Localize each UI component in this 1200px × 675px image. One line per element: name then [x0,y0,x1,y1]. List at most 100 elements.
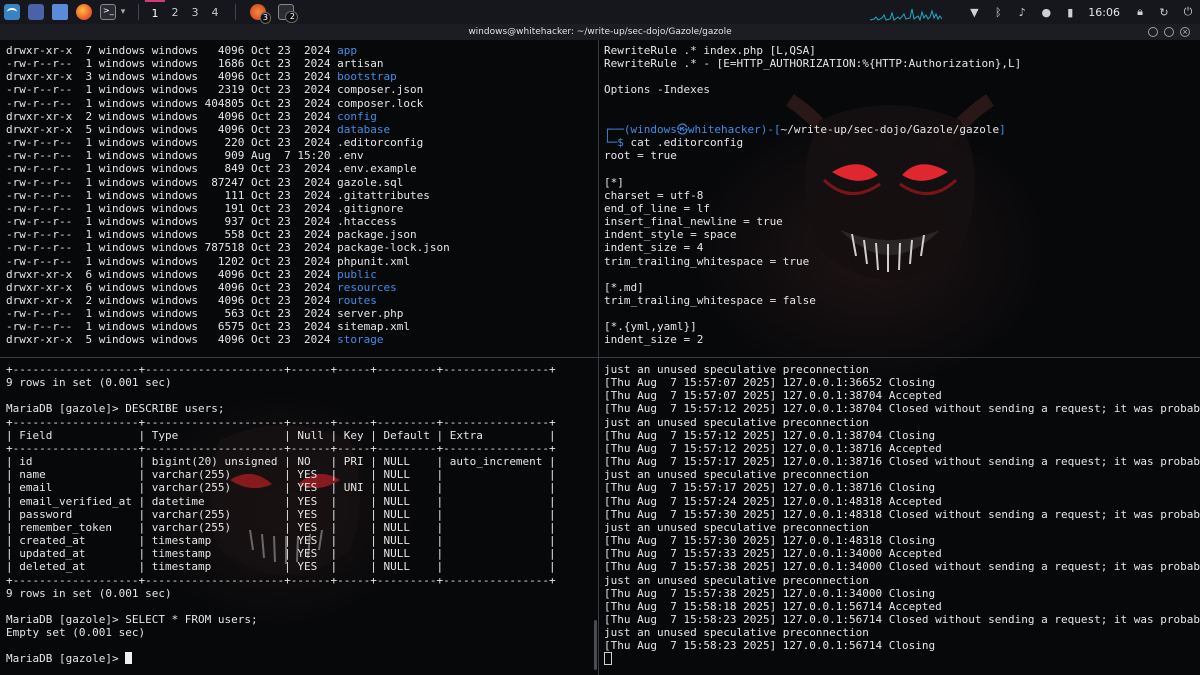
battery-icon[interactable]: ▮ [1063,5,1077,19]
pane-top-left[interactable]: drwxr-xr-x 7 windows windows 4096 Oct 23… [0,40,597,356]
separator [138,4,139,20]
workspace-3[interactable]: 3 [185,0,205,24]
output-line: +-------------------+-------------------… [6,415,556,429]
output-line: MariaDB [gazole]> SELECT * FROM users; [6,612,258,626]
shell-command: cat .editorconfig [630,136,744,150]
output-line: | Field | Type | Null | Key | Default | … [6,428,556,442]
list-item: drwxr-xr-x 2 windows windows 4096 Oct 23… [6,293,377,307]
window-count-badge: 3 [259,12,271,24]
list-item: drwxr-xr-x 5 windows windows 4096 Oct 23… [6,333,384,347]
shell-prompt: ┌──(windows㉿whitehacker)-[~/write-up/sec… [604,122,1006,136]
list-item: -rw-r--r-- 1 windows windows 1686 Oct 23… [6,57,384,71]
output-line: [Thu Aug 7 15:57:30 2025] 127.0.0.1:4831… [604,507,1200,521]
list-item: -rw-r--r-- 1 windows windows 6575 Oct 23… [6,320,410,334]
list-item: -rw-r--r-- 1 windows windows 909 Aug 7 1… [6,149,364,163]
output-line: | email_verified_at | datetime | YES | |… [6,494,556,508]
window-titlebar[interactable]: windows@whitehacker: ~/write-up/sec-dojo… [0,24,1200,40]
download-icon[interactable]: ▼ [967,5,981,19]
list-item: -rw-r--r-- 1 windows windows 111 Oct 23 … [6,188,430,202]
output-line: Empty set (0.001 sec) [6,626,146,640]
terminal-app-icon[interactable]: 2 [278,4,298,23]
output-line: | created_at | timestamp | YES | | NULL … [6,534,556,548]
file-manager-icon[interactable] [52,4,68,20]
output-line: insert_final_newline = true [604,215,783,229]
pane-top-right[interactable]: RewriteRule .* index.php [L,QSA] RewriteR… [599,40,1200,356]
list-item: drwxr-xr-x 6 windows windows 4096 Oct 23… [6,280,397,294]
maximize-button[interactable] [1164,27,1174,37]
terminal-icon[interactable]: >_ [100,4,116,20]
output-line: just an unused speculative preconnection [604,520,869,534]
chevron-down-icon[interactable]: ▾ [118,7,128,17]
output-line: 9 rows in set (0.001 sec) [6,586,172,600]
firefox-icon[interactable] [76,4,92,20]
list-item: -rw-r--r-- 1 windows windows 404805 Oct … [6,96,424,110]
output-line: [Thu Aug 7 15:57:12 2025] 127.0.0.1:3871… [604,441,942,455]
notification-bell-icon[interactable]: ● [1039,5,1053,19]
window-title: windows@whitehacker: ~/write-up/sec-dojo… [468,27,732,37]
pane-bottom-left[interactable]: +-------------------+-------------------… [0,358,597,675]
terminal-area[interactable]: drwxr-xr-x 7 windows windows 4096 Oct 23… [0,40,1200,675]
workspace-4[interactable]: 4 [205,0,225,24]
output-line: [Thu Aug 7 15:57:07 2025] 127.0.0.1:3870… [604,389,942,403]
window-count-badge: 2 [284,11,298,23]
list-item: -rw-r--r-- 1 windows windows 563 Oct 23 … [6,307,404,321]
output-line: | email | varchar(255) | YES | UNI | NUL… [6,481,556,495]
output-line: trim_trailing_whitespace = true [604,254,810,268]
output-line: 9 rows in set (0.001 sec) [6,376,172,390]
kali-menu-icon[interactable] [4,4,20,20]
workspace-1[interactable]: 1 [145,0,165,24]
list-item: drwxr-xr-x 7 windows windows 4096 Oct 23… [6,44,358,57]
output-line: [Thu Aug 7 15:58:18 2025] 127.0.0.1:5671… [604,599,942,613]
refresh-icon[interactable]: ↻ [1157,5,1171,19]
pane-bottom-right[interactable]: just an unused speculative preconnection… [599,358,1200,675]
burp-icon[interactable]: 3 [250,4,271,24]
list-item: drwxr-xr-x 2 windows windows 4096 Oct 23… [6,109,377,123]
show-desktop-icon[interactable] [28,4,44,20]
list-item: -rw-r--r-- 1 windows windows 849 Oct 23 … [6,162,417,176]
minimize-button[interactable] [1148,27,1158,37]
output-line: [*] [604,175,624,189]
list-item: -rw-r--r-- 1 windows windows 191 Oct 23 … [6,201,404,215]
output-line: | updated_at | timestamp | YES | | NULL … [6,547,556,561]
list-item: -rw-r--r-- 1 windows windows 87247 Oct 2… [6,175,404,189]
server-log: just an unused speculative preconnection… [604,363,1200,667]
output-line: [Thu Aug 7 15:58:23 2025] 127.0.0.1:5671… [604,612,1200,626]
output-line: [Thu Aug 7 15:57:24 2025] 127.0.0.1:4831… [604,494,942,508]
output-line: trim_trailing_whitespace = false [604,293,816,307]
list-item: -rw-r--r-- 1 windows windows 1202 Oct 23… [6,254,410,268]
list-item: -rw-r--r-- 1 windows windows 787518 Oct … [6,241,450,255]
list-item: drwxr-xr-x 5 windows windows 4096 Oct 23… [6,122,391,136]
list-item: drwxr-xr-x 6 windows windows 4096 Oct 23… [6,267,377,281]
output-line: [Thu Aug 7 15:57:12 2025] 127.0.0.1:3870… [604,428,936,442]
text-cursor [125,652,133,665]
close-button[interactable]: × [1180,27,1190,37]
output-line: Options -Indexes [604,83,710,97]
output-line: +-------------------+-------------------… [6,363,556,376]
power-icon[interactable]: ⏻ [1181,5,1195,19]
output-line: just an unused speculative preconnection [604,573,869,587]
lock-icon[interactable]: 🔒︎ [1133,5,1147,19]
output-line: end_of_line = lf [604,201,710,215]
taskbar: >_ ▾ 1 2 3 4 3 2 ▼ ᛒ ♪ ● ▮ 16:06 🔒︎ ↻ ⏻ [0,0,1200,25]
volume-icon[interactable]: ♪ [1015,5,1029,19]
text-cursor [604,652,612,666]
output-line: [*.md] [604,280,644,294]
workspace-2[interactable]: 2 [165,0,185,24]
output-line: RewriteRule .* - [E=HTTP_AUTHORIZATION:%… [604,57,1022,71]
output-line: root = true [604,149,677,163]
bluetooth-icon[interactable]: ᛒ [991,5,1005,19]
file-output: RewriteRule .* index.php [L,QSA] RewriteR… [604,44,1021,347]
mariadb-output: +-------------------+-------------------… [6,363,556,666]
clock[interactable]: 16:06 [1088,6,1120,19]
output-line: [Thu Aug 7 15:57:33 2025] 127.0.0.1:3400… [604,547,942,561]
output-line: [Thu Aug 7 15:57:17 2025] 127.0.0.1:3871… [604,481,936,495]
output-line: +-------------------+-------------------… [6,441,556,455]
output-line: RewriteRule .* index.php [L,QSA] [604,44,816,57]
output-line: [Thu Aug 7 15:57:07 2025] 127.0.0.1:3665… [604,376,936,390]
